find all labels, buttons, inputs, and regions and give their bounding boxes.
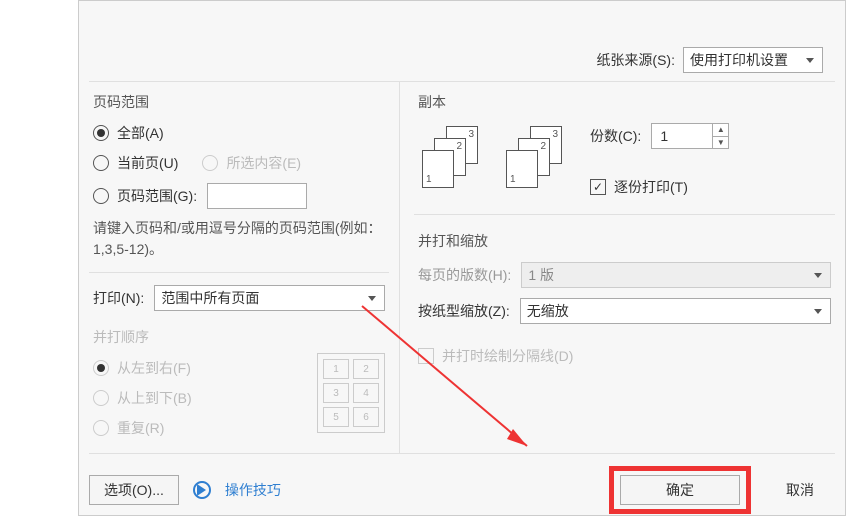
radio-range-label: 页码范围(G): [117,186,197,206]
radio-dot-icon [93,390,109,406]
options-button-label: 选项(O)... [104,480,164,500]
chevron-down-icon[interactable]: ▼ [713,136,728,149]
pages-per-sheet-select: 1 版 [521,262,831,288]
ok-highlight: 确定 [609,466,751,514]
radio-ttb: 从上到下(B) [93,388,192,408]
print-what-select[interactable]: 范围中所有页面 [154,285,385,311]
page-range-title: 页码范围 [93,90,385,118]
checkbox-icon [418,348,434,364]
nup-order-preview-icon: 12 34 56 [317,353,385,433]
draw-borders-label: 并打时绘制分隔线(D) [442,346,573,366]
tips-link[interactable]: 操作技巧 [225,480,281,500]
scale-value: 无缩放 [527,301,569,321]
radio-ltr: 从左到右(F) [93,358,191,378]
cancel-button-label: 取消 [786,480,814,500]
print-what-value: 范围中所有页面 [161,288,259,308]
radio-dot-icon [93,155,109,171]
radio-repeat: 重复(R) [93,418,164,438]
scale-select[interactable]: 无缩放 [520,298,831,324]
nup-order-title: 并打顺序 [93,325,385,353]
radio-selection: 所选内容(E) [202,153,301,173]
radio-dot-icon [93,125,109,141]
copies-title: 副本 [418,90,831,118]
radio-selection-label: 所选内容(E) [226,153,301,173]
options-button[interactable]: 选项(O)... [89,475,179,505]
radio-all-label: 全部(A) [117,123,164,143]
ok-button[interactable]: 确定 [620,475,740,505]
radio-range[interactable]: 页码范围(G): [93,186,197,206]
paper-source-label: 纸张来源(S): [596,50,675,70]
radio-dot-icon [93,360,109,376]
play-icon [197,484,206,496]
pages-per-sheet-value: 1 版 [528,265,554,285]
play-circle-icon [193,481,211,499]
copies-input[interactable]: 1 ▲ ▼ [651,123,729,149]
paper-source-value: 使用打印机设置 [690,50,788,70]
radio-ttb-label: 从上到下(B) [117,388,192,408]
zoom-title: 并打和缩放 [418,229,831,257]
radio-dot-icon [93,188,109,204]
radio-current-label: 当前页(U) [117,153,178,173]
copies-label: 份数(C): [590,126,641,146]
radio-current[interactable]: 当前页(U) [93,153,178,173]
paper-source-select[interactable]: 使用打印机设置 [683,47,823,73]
radio-repeat-label: 重复(R) [117,418,164,438]
copies-value: 1 [652,124,712,148]
collate-label: 逐份打印(T) [614,177,688,197]
radio-all[interactable]: 全部(A) [93,123,164,143]
collate-preview-icon: 3 2 1 3 2 1 [418,118,566,196]
collate-checkbox[interactable]: 逐份打印(T) [590,177,688,197]
cancel-button[interactable]: 取消 [765,475,835,505]
radio-dot-icon [202,155,218,171]
page-range-input[interactable] [207,183,307,209]
scale-label: 按纸型缩放(Z): [418,301,510,321]
pages-per-sheet-label: 每页的版数(H): [418,265,511,285]
draw-borders-checkbox: 并打时绘制分隔线(D) [418,346,573,366]
radio-dot-icon [93,420,109,436]
checkbox-icon [590,179,606,195]
chevron-up-icon[interactable]: ▲ [713,124,728,136]
radio-ltr-label: 从左到右(F) [117,358,191,378]
ok-button-label: 确定 [666,480,694,500]
page-range-hint: 请键入页码和/或用逗号分隔的页码范围(例如：1,3,5-12)。 [93,214,385,260]
print-what-label: 打印(N): [93,288,144,308]
